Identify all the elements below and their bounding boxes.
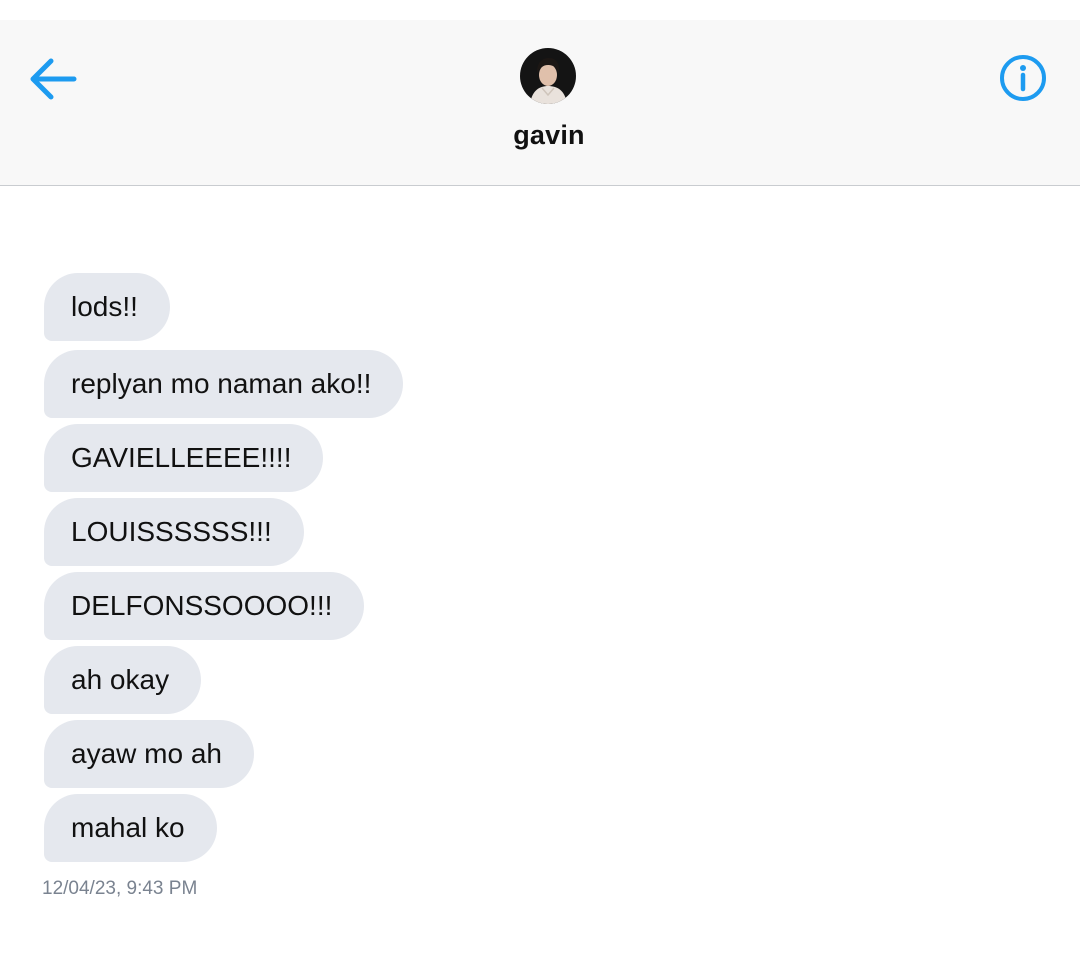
info-button[interactable] — [998, 54, 1052, 108]
avatar[interactable] — [520, 48, 576, 104]
message-bubble[interactable]: ayaw mo ah — [44, 720, 254, 788]
profile-photo — [520, 48, 576, 104]
message-timestamp: 12/04/23, 9:43 PM — [42, 878, 198, 899]
arrow-left-icon — [30, 58, 77, 100]
message-bubble[interactable]: ah okay — [44, 646, 202, 714]
conversation-header: gavin — [0, 20, 1080, 186]
back-button[interactable] — [26, 54, 82, 104]
message-bubble[interactable]: DELFONSSOOOO!!! — [44, 572, 365, 640]
message-bubble[interactable]: mahal ko — [44, 794, 217, 862]
message-bubble[interactable]: LOUISSSSSS!!! — [44, 498, 304, 566]
message-bubble[interactable]: GAVIELLEEEE!!!! — [44, 424, 324, 492]
info-circle-icon — [1000, 55, 1046, 101]
status-bar-area — [0, 0, 1080, 20]
message-bubble[interactable]: lods!! — [44, 273, 170, 341]
message-bubble[interactable]: replyan mo naman ako!! — [44, 350, 404, 418]
contact-name[interactable]: gavin — [0, 120, 1080, 151]
